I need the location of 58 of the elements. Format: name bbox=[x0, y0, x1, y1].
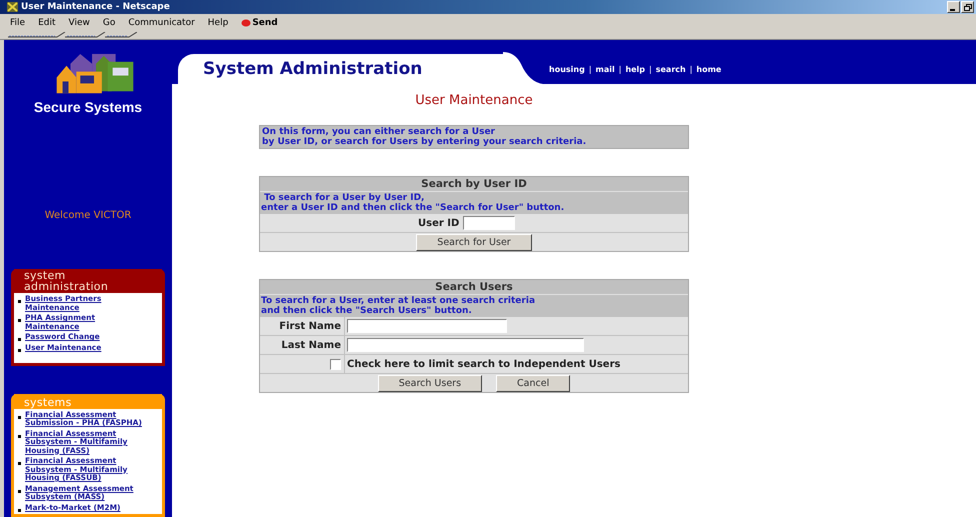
bullet-icon bbox=[18, 348, 21, 352]
instruction-text: To search for a User by User ID, bbox=[263, 193, 426, 203]
intro-text: by User ID, or search for Users by entering your search criteria. bbox=[262, 137, 588, 147]
bullet-icon bbox=[18, 338, 21, 342]
bullet-icon bbox=[18, 490, 21, 492]
menu-item[interactable]: View bbox=[68, 18, 90, 28]
search-for-user-button[interactable]: Search for User bbox=[416, 234, 532, 250]
menu-item[interactable]: Go bbox=[102, 18, 116, 28]
houses-logo-icon bbox=[56, 52, 134, 96]
bullet-icon bbox=[18, 416, 21, 418]
restore-icon bbox=[964, 4, 972, 10]
mail-icon bbox=[241, 18, 252, 26]
instruction-text: enter a User ID and then click the "Search for User" button. bbox=[261, 203, 566, 213]
field-label: First Name bbox=[260, 317, 344, 335]
header-link[interactable]: mail bbox=[596, 64, 615, 74]
header-link[interactable]: housing bbox=[549, 64, 585, 74]
menu-item[interactable]: Edit bbox=[38, 18, 56, 28]
menu-item[interactable]: Help bbox=[208, 18, 228, 28]
app-icon bbox=[7, 2, 18, 12]
menu-item[interactable]: Communicator bbox=[128, 18, 195, 28]
link-separator: | bbox=[690, 64, 692, 74]
bullet-icon bbox=[18, 300, 21, 304]
welcome-text: Welcome VICTOR bbox=[44, 210, 132, 222]
bullet-icon bbox=[18, 508, 21, 512]
field-label: Last Name bbox=[260, 336, 344, 354]
section-title: Search Users bbox=[260, 280, 688, 295]
link-separator: | bbox=[588, 64, 592, 74]
bullet-icon bbox=[18, 462, 21, 465]
header-link[interactable]: home bbox=[696, 64, 722, 74]
panel-title: systems bbox=[14, 394, 162, 408]
page-title: User Maintenance bbox=[414, 93, 534, 108]
menu-item[interactable]: File bbox=[10, 18, 26, 28]
toolbar-tabs-drawing[interactable] bbox=[7, 32, 137, 38]
form-button[interactable]: Cancel bbox=[496, 374, 570, 392]
panel-title: system administration bbox=[14, 269, 162, 294]
form-button[interactable]: Search Users bbox=[378, 374, 482, 392]
instruction-text: and then click the "Search Users" button. bbox=[261, 306, 473, 316]
restore-button[interactable] bbox=[961, 1, 974, 13]
bullet-icon bbox=[18, 434, 21, 438]
name-field[interactable] bbox=[347, 319, 507, 333]
checkbox[interactable] bbox=[330, 358, 341, 370]
minimize-button[interactable] bbox=[947, 1, 960, 13]
send-menu-item[interactable]: Send bbox=[241, 18, 278, 28]
link-separator: | bbox=[618, 64, 622, 74]
intro-text: On this form, you can either search for a User bbox=[262, 127, 496, 137]
link-separator: | bbox=[649, 64, 652, 74]
header-link[interactable]: help bbox=[625, 64, 646, 74]
window-title: User Maintenance - Netscape bbox=[21, 2, 170, 12]
brand-name: Secure Systems bbox=[34, 99, 142, 116]
checkbox-label: Check here to limit search to Independent Users bbox=[347, 358, 620, 370]
page-heading: System Administration bbox=[203, 59, 422, 79]
bullet-icon bbox=[18, 319, 21, 322]
user-id-field[interactable] bbox=[463, 216, 516, 230]
name-field[interactable] bbox=[347, 338, 584, 352]
section-title: Search by User ID bbox=[260, 177, 688, 192]
field-label: User ID bbox=[418, 218, 460, 228]
instruction-text: To search for a User, enter at least one search criteria bbox=[261, 296, 536, 306]
header-link[interactable]: search bbox=[656, 64, 686, 74]
